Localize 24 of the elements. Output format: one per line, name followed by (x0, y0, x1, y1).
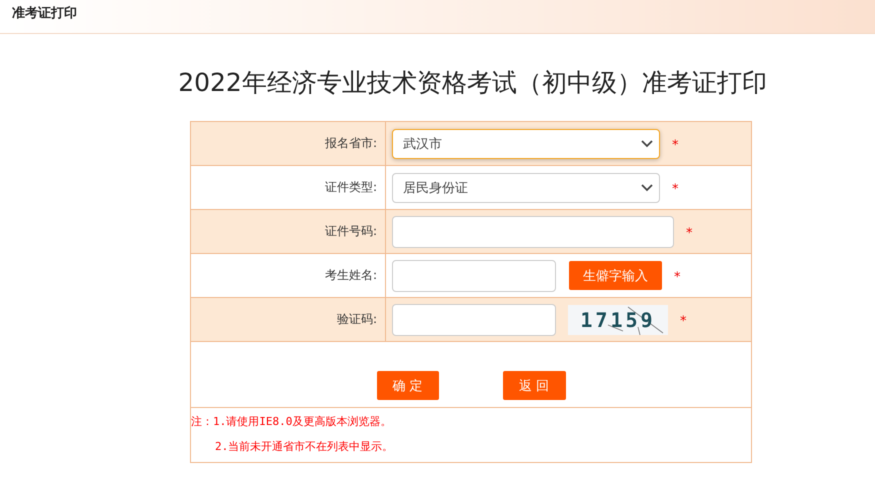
input-field[interactable] (392, 260, 556, 292)
field-label: 证件类型: (191, 166, 386, 209)
field-label: 考生姓名: (191, 254, 386, 297)
required-mark: * (686, 226, 692, 241)
input-field[interactable] (392, 304, 556, 336)
chevron-down-icon (641, 184, 653, 192)
note-text: 注：1.请使用IE8.0及更高版本浏览器。 (191, 414, 392, 429)
note-text: 2.当前未开通省市不在列表中显示。 (214, 439, 394, 454)
field-label: 验证码: (191, 298, 386, 341)
back-button[interactable]: 返 回 (502, 371, 566, 400)
input-field[interactable] (392, 216, 674, 248)
header-title: 准考证打印 (12, 5, 77, 22)
required-mark: * (672, 182, 678, 197)
chevron-down-icon (641, 140, 653, 148)
field-label: 报名省市: (191, 122, 386, 165)
required-mark: * (674, 270, 680, 285)
dropdown-select[interactable]: 武汉市 (392, 128, 660, 158)
field-label: 证件号码: (191, 210, 386, 253)
required-mark: * (680, 314, 686, 329)
required-mark: * (672, 138, 678, 153)
page-title: 2022年经济专业技术资格考试（初中级）准考证打印 (177, 67, 768, 99)
confirm-button[interactable]: 确 定 (376, 371, 438, 400)
rare-character-button[interactable]: 生僻字输入 (569, 261, 662, 290)
dropdown-select[interactable]: 居民身份证 (392, 172, 660, 202)
